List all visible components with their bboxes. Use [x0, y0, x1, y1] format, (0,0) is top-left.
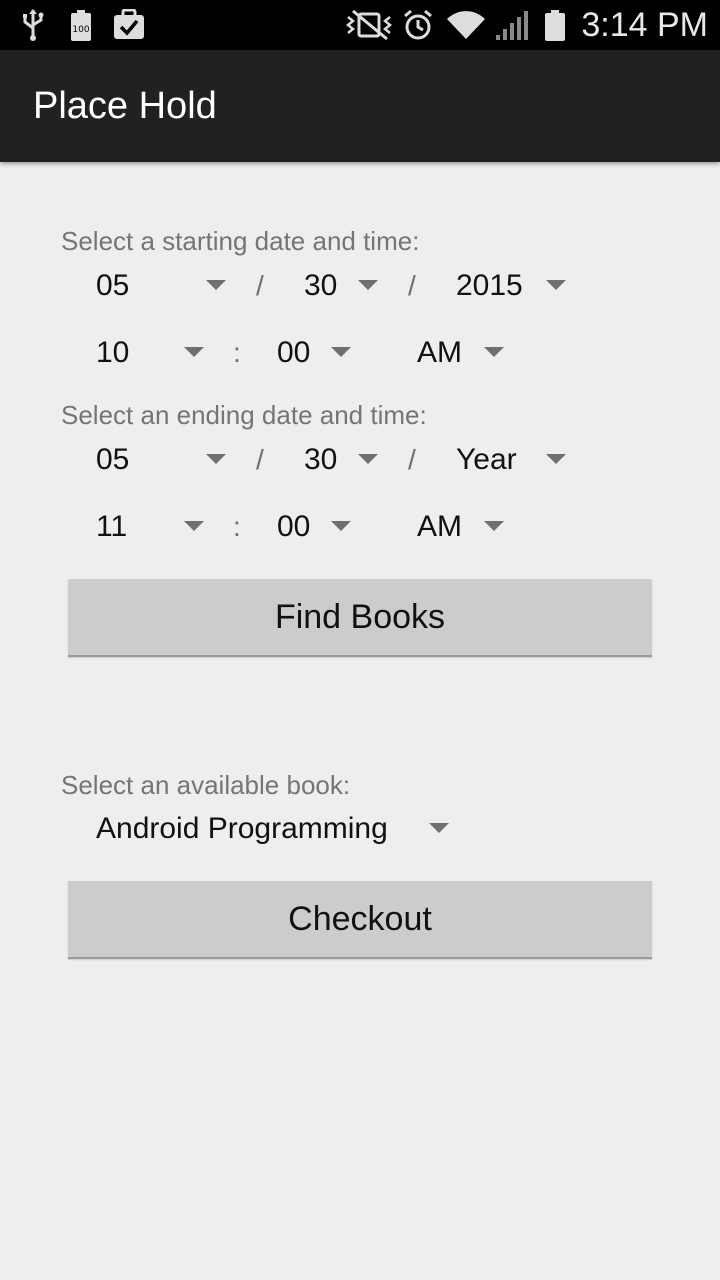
start-hour-spinner[interactable]: 10: [96, 325, 208, 381]
end-day-spinner[interactable]: 30: [304, 432, 380, 488]
book-label: Select an available book:: [61, 770, 351, 800]
time-separator: :: [233, 337, 241, 368]
book-spinner[interactable]: Android Programming: [96, 801, 456, 857]
end-year-spinner[interactable]: Year: [456, 432, 570, 488]
start-year-spinner[interactable]: 2015: [456, 258, 570, 314]
end-month-spinner[interactable]: 05: [96, 432, 230, 488]
start-hour-value: 10: [96, 336, 130, 369]
dropdown-arrow-icon: [546, 454, 566, 464]
date-separator: /: [256, 270, 264, 301]
vibrate-mute-icon: [344, 0, 394, 50]
start-day-value: 30: [304, 269, 338, 302]
start-day-spinner[interactable]: 30: [304, 258, 380, 314]
date-separator: /: [408, 270, 416, 301]
start-year-value: 2015: [456, 269, 523, 302]
dropdown-arrow-icon: [484, 521, 504, 531]
book-selected-value: Android Programming: [96, 812, 388, 845]
start-label: Select a starting date and time:: [61, 226, 420, 256]
page-title: Place Hold: [33, 85, 217, 127]
end-ampm-spinner[interactable]: AM: [417, 499, 507, 555]
checkout-button[interactable]: Checkout: [68, 881, 652, 959]
end-minute-spinner[interactable]: 00: [277, 499, 353, 555]
dropdown-arrow-icon: [331, 347, 351, 357]
dropdown-arrow-icon: [429, 823, 449, 833]
end-day-value: 30: [304, 443, 338, 476]
status-bar: 100 3:14 PM: [0, 0, 720, 50]
start-minute-spinner[interactable]: 00: [277, 325, 353, 381]
end-hour-spinner[interactable]: 11: [96, 499, 208, 555]
dropdown-arrow-icon: [484, 347, 504, 357]
alarm-icon: [402, 0, 434, 50]
dropdown-arrow-icon: [546, 280, 566, 290]
end-ampm-value: AM: [417, 510, 462, 543]
dropdown-arrow-icon: [331, 521, 351, 531]
action-bar: Place Hold: [0, 50, 720, 162]
start-ampm-value: AM: [417, 336, 462, 369]
end-minute-value: 00: [277, 510, 311, 543]
dropdown-arrow-icon: [358, 454, 378, 464]
end-label: Select an ending date and time:: [61, 400, 427, 430]
dropdown-arrow-icon: [358, 280, 378, 290]
dropdown-arrow-icon: [184, 347, 204, 357]
dropdown-arrow-icon: [184, 521, 204, 531]
start-ampm-spinner[interactable]: AM: [417, 325, 507, 381]
svg-text:100: 100: [72, 25, 89, 35]
signal-icon: [494, 0, 532, 50]
dropdown-arrow-icon: [206, 454, 226, 464]
find-books-button[interactable]: Find Books: [68, 579, 652, 657]
battery-icon: [542, 0, 568, 50]
time-separator: :: [233, 511, 241, 542]
date-separator: /: [408, 444, 416, 475]
clipboard-check-icon: [112, 0, 146, 50]
start-month-spinner[interactable]: 05: [96, 258, 230, 314]
battery-100-icon: 100: [68, 0, 94, 50]
wifi-icon: [446, 0, 486, 50]
dropdown-arrow-icon: [206, 280, 226, 290]
usb-icon: [18, 0, 48, 50]
start-month-value: 05: [96, 269, 130, 302]
clock-time: 3:14 PM: [581, 6, 708, 44]
end-year-value: Year: [456, 443, 517, 476]
date-separator: /: [256, 444, 264, 475]
end-hour-value: 11: [96, 510, 128, 543]
end-month-value: 05: [96, 443, 130, 476]
start-minute-value: 00: [277, 336, 311, 369]
